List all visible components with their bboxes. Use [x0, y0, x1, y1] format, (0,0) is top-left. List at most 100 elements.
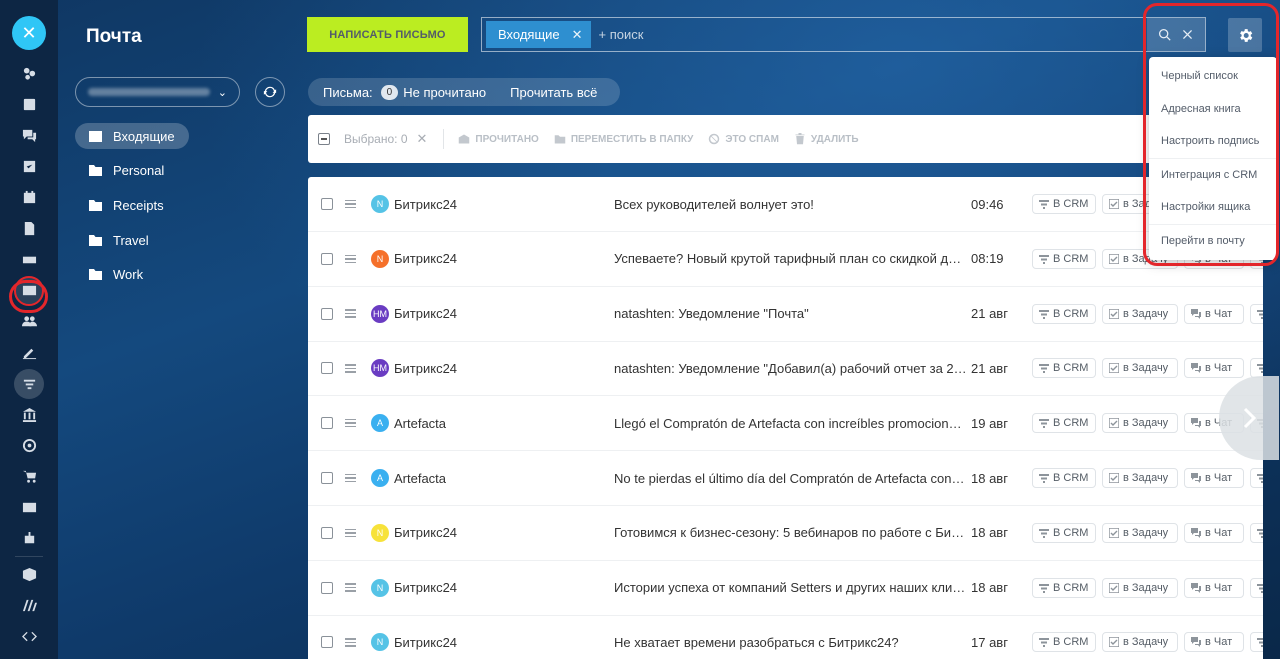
mark-spam-button[interactable]: ЭТО СПАМ	[708, 133, 779, 145]
row-checkbox[interactable]	[321, 307, 333, 320]
drag-handle-icon[interactable]	[345, 581, 356, 594]
more-actions-button[interactable]	[1250, 577, 1263, 598]
row-checkbox[interactable]	[321, 362, 333, 375]
close-icon[interactable]	[1181, 28, 1194, 41]
drag-handle-icon[interactable]	[345, 417, 356, 430]
target-icon[interactable]	[14, 431, 44, 461]
message-row[interactable]: НМ Битрикс24 natashten: Уведомление "Добав…	[308, 341, 1263, 397]
to-chat-button[interactable]: в Чат	[1184, 303, 1244, 324]
drag-handle-icon[interactable]	[345, 472, 356, 485]
move-to-folder-button[interactable]: ПЕРЕМЕСТИТЬ В ПАПКУ	[554, 133, 693, 145]
code-icon[interactable]	[14, 622, 44, 652]
drag-handle-icon[interactable]	[345, 253, 356, 266]
refresh-button[interactable]	[255, 77, 285, 107]
message-row[interactable]: N Битрикс24 Не хватает времени разобраться…	[308, 615, 1263, 659]
to-chat-button[interactable]: в Чат	[1184, 468, 1244, 488]
sites-icon[interactable]	[14, 591, 44, 621]
message-row[interactable]: НМ Битрикс24 natashten: Уведомление "Почта…	[308, 287, 1263, 342]
drag-handle-icon[interactable]	[345, 527, 356, 540]
settings-menu-item[interactable]: Перейти в почту	[1149, 225, 1277, 258]
to-crm-button[interactable]: В CRM	[1032, 468, 1096, 488]
to-task-button[interactable]: в Задачу	[1102, 468, 1178, 488]
message-subject[interactable]: natashten: Уведомление "Почта"	[614, 306, 968, 321]
message-subject[interactable]: Всех руководителей волнует это!	[614, 197, 968, 212]
to-chat-button[interactable]: в Чат	[1184, 358, 1244, 379]
settings-menu-item[interactable]: Интеграция с CRM	[1149, 159, 1277, 192]
message-row[interactable]: A Artefacta Llegó el Compratón de Artefact…	[308, 396, 1263, 452]
message-subject[interactable]: No te pierdas el último día del Comprató…	[614, 471, 968, 486]
row-checkbox[interactable]	[321, 198, 333, 210]
row-checkbox[interactable]	[321, 417, 333, 430]
select-all-checkbox[interactable]	[318, 133, 330, 145]
to-task-button[interactable]: в Задачу	[1102, 413, 1178, 434]
settings-menu-item[interactable]: Черный список	[1149, 60, 1277, 93]
search-icon[interactable]	[1158, 28, 1171, 41]
to-task-button[interactable]: в Задачу	[1102, 303, 1178, 324]
folder-item[interactable]: Receipts	[75, 192, 189, 218]
close-icon[interactable]: ✕	[572, 27, 583, 43]
message-row[interactable]: A Artefacta No te pierdas el último día de…	[308, 451, 1263, 506]
search-input[interactable]: + поиск	[599, 27, 1147, 42]
message-subject[interactable]: natashten: Уведомление "Добавил(а) рабоч…	[614, 361, 968, 376]
message-subject[interactable]: Готовимся к бизнес-сезону: 5 вебинаров п…	[614, 525, 968, 540]
folder-item[interactable]: Входящие	[75, 123, 189, 149]
mark-read-button[interactable]: ПРОЧИТАНО	[458, 133, 539, 145]
drag-handle-icon[interactable]	[345, 362, 356, 375]
row-checkbox[interactable]	[321, 472, 333, 484]
to-crm-button[interactable]: В CRM	[1032, 632, 1096, 653]
compose-button[interactable]: НАПИСАТЬ ПИСЬМО	[307, 17, 468, 52]
row-checkbox[interactable]	[321, 636, 333, 649]
robot-icon[interactable]	[14, 524, 44, 554]
close-icon[interactable]: ✕	[417, 131, 428, 147]
to-crm-button[interactable]: В CRM	[1032, 522, 1096, 543]
to-crm-button[interactable]: В CRM	[1032, 194, 1096, 214]
more-actions-button[interactable]	[1250, 632, 1263, 653]
settings-menu-item[interactable]: Настроить подпись	[1149, 125, 1277, 158]
to-task-button[interactable]: в Задачу	[1102, 358, 1178, 379]
unread-filter-link[interactable]: Не прочитано	[403, 85, 486, 100]
settings-menu-item[interactable]: Настройки ящика	[1149, 191, 1277, 224]
more-actions-button[interactable]	[1250, 522, 1263, 543]
to-crm-button[interactable]: В CRM	[1032, 413, 1096, 434]
cart-icon[interactable]	[14, 462, 44, 492]
close-icon[interactable]: ✕	[12, 16, 46, 50]
more-actions-button[interactable]	[1250, 468, 1263, 488]
more-actions-button[interactable]	[1250, 303, 1263, 324]
row-checkbox[interactable]	[321, 252, 333, 265]
to-crm-button[interactable]: В CRM	[1032, 358, 1096, 379]
filter-chip[interactable]: Входящие ✕	[486, 21, 591, 48]
message-subject[interactable]: Llegó el Compratón de Artefacta con incr…	[614, 416, 968, 431]
box-icon[interactable]	[14, 560, 44, 590]
drive-icon[interactable]	[14, 245, 44, 275]
mail-icon[interactable]	[14, 275, 44, 306]
chat-icon[interactable]	[14, 121, 44, 151]
folder-item[interactable]: Work	[75, 262, 189, 288]
row-checkbox[interactable]	[321, 526, 333, 539]
folder-item[interactable]: Personal	[75, 158, 189, 184]
bank-icon[interactable]	[14, 400, 44, 430]
to-crm-button[interactable]: В CRM	[1032, 577, 1096, 598]
search-bar[interactable]: Входящие ✕ + поиск	[481, 17, 1206, 52]
to-chat-button[interactable]: в Чат	[1184, 632, 1244, 653]
drag-handle-icon[interactable]	[345, 198, 356, 211]
sign-icon[interactable]	[14, 338, 44, 368]
row-checkbox[interactable]	[321, 581, 333, 594]
crm-funnel-icon[interactable]	[14, 368, 44, 399]
settings-menu-item[interactable]: Адресная книга	[1149, 93, 1277, 126]
message-row[interactable]: N Битрикс24 Всех руководителей волнует это…	[308, 177, 1263, 232]
contact-card-icon[interactable]	[14, 493, 44, 523]
documents-icon[interactable]	[14, 214, 44, 244]
news-icon[interactable]	[14, 90, 44, 120]
read-all-link[interactable]: Прочитать всё	[510, 85, 597, 100]
message-row[interactable]: N Битрикс24 Успеваете? Новый крутой тарифн…	[308, 232, 1263, 287]
to-crm-button[interactable]: В CRM	[1032, 303, 1096, 324]
calendar-icon[interactable]	[14, 183, 44, 213]
drag-handle-icon[interactable]	[345, 307, 356, 320]
to-task-button[interactable]: в Задачу	[1102, 577, 1178, 598]
activity-stream-icon[interactable]	[14, 59, 44, 89]
to-task-button[interactable]: в Задачу	[1102, 632, 1178, 653]
to-chat-button[interactable]: в Чат	[1184, 522, 1244, 543]
folder-item[interactable]: Travel	[75, 227, 189, 253]
groups-icon[interactable]	[14, 307, 44, 337]
message-subject[interactable]: Успеваете? Новый крутой тарифный план со…	[614, 251, 968, 266]
